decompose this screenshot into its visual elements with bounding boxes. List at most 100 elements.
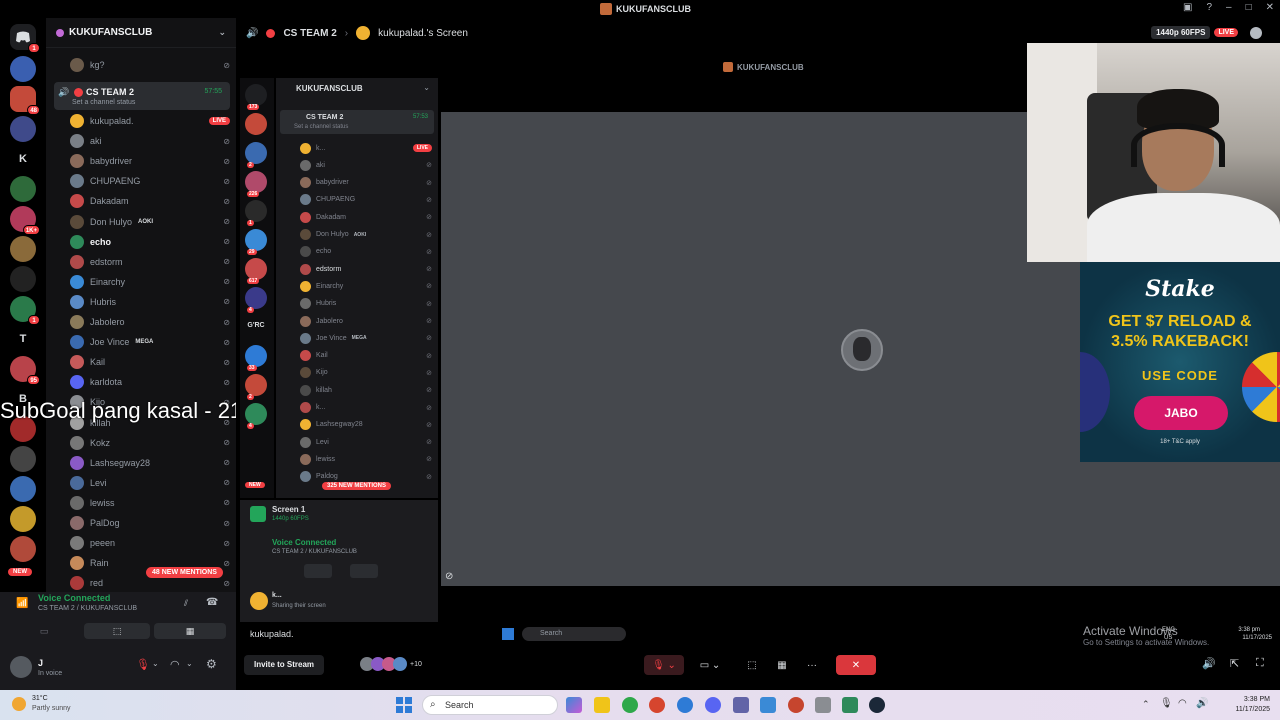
viewer-avatars[interactable]: +10 xyxy=(360,657,422,671)
invite-to-stream-button[interactable]: Invite to Stream xyxy=(244,655,325,675)
server-avatar[interactable] xyxy=(10,446,36,472)
new-server-pill[interactable]: NEW xyxy=(8,568,32,576)
list-item[interactable]: babydriver ⊘ xyxy=(70,152,230,170)
header-channel-name[interactable]: CS TEAM 2 xyxy=(283,28,336,39)
minimize-button[interactable]: – xyxy=(1226,2,1232,13)
server-avatar[interactable]: 48 xyxy=(10,86,40,115)
help-icon[interactable]: ? xyxy=(1206,2,1212,13)
voice-channel[interactable]: 🔊 CS TEAM 2 Set a channel status 57:55 xyxy=(54,82,230,110)
list-item[interactable]: Hubris ⊘ xyxy=(70,293,230,311)
server-avatar[interactable] xyxy=(10,536,36,562)
maximize-button[interactable]: □ xyxy=(1246,2,1252,13)
list-item[interactable]: Kail ⊘ xyxy=(70,353,230,371)
list-item[interactable]: edstorm ⊘ xyxy=(70,253,230,271)
new-mentions-pill[interactable]: 48 NEW MENTIONS xyxy=(146,567,223,578)
app-icon[interactable] xyxy=(842,697,858,713)
copilot-icon[interactable] xyxy=(566,697,582,713)
taskbar-clock[interactable]: 3:38 PM 11/17/2025 xyxy=(1235,695,1270,715)
noise-suppression-icon[interactable]: ⫽ xyxy=(184,598,188,609)
volume-icon[interactable]: 🔊 xyxy=(1202,657,1216,670)
avatar xyxy=(70,154,84,169)
share-screen-button[interactable]: ⬚ xyxy=(742,655,762,675)
teams-icon[interactable] xyxy=(733,697,749,713)
chrome-icon[interactable] xyxy=(677,697,693,713)
popout-icon[interactable]: ⇱ xyxy=(1230,657,1239,670)
server-avatar[interactable] xyxy=(10,56,36,82)
chevron-down-icon[interactable]: ⌄ xyxy=(152,659,159,668)
list-item[interactable]: Jabolero ⊘ xyxy=(70,313,230,331)
headphones-icon[interactable]: ◠ xyxy=(170,658,180,671)
discord-icon[interactable] xyxy=(705,697,721,713)
avatar[interactable] xyxy=(1250,26,1262,39)
server-avatar[interactable] xyxy=(10,476,36,502)
disconnect-icon[interactable]: ☎ xyxy=(206,597,218,608)
mic-muted-icon[interactable]: 🎙 xyxy=(136,658,150,671)
voice-channel-status[interactable]: Set a channel status xyxy=(72,99,135,106)
avatar xyxy=(70,355,84,370)
activities-button[interactable]: ▦ xyxy=(154,623,226,639)
list-item[interactable]: lewiss ⊘ xyxy=(70,494,230,512)
list-item[interactable]: aki ⊘ xyxy=(70,132,230,150)
list-item[interactable]: Einarchy ⊘ xyxy=(70,273,230,291)
inbox-icon[interactable]: ▣ xyxy=(1183,2,1192,13)
server-avatar[interactable] xyxy=(10,236,36,262)
stop-watching-button[interactable]: ✕ xyxy=(836,655,876,675)
chevron-down-icon[interactable]: ⌄ xyxy=(186,659,193,668)
live-badge: LIVE xyxy=(208,117,230,125)
chrome-icon[interactable] xyxy=(622,697,638,713)
list-item[interactable]: echo ⊘ xyxy=(70,233,230,251)
taskbar-search[interactable]: ⌕ Search xyxy=(422,695,558,715)
chrome-icon[interactable] xyxy=(649,697,665,713)
app-icon[interactable] xyxy=(815,697,831,713)
windows-start-icon[interactable] xyxy=(396,697,412,713)
server-avatar[interactable] xyxy=(10,116,36,142)
avatar[interactable] xyxy=(10,656,32,678)
share-screen-button[interactable]: ⬚ xyxy=(84,623,150,639)
activities-button[interactable]: ▦ xyxy=(772,655,792,675)
server-letter[interactable]: T xyxy=(10,326,36,352)
tray-chevron-icon[interactable]: ⌃ xyxy=(1142,699,1150,710)
steam-icon[interactable] xyxy=(869,697,885,713)
list-item[interactable]: peeen ⊘ xyxy=(70,534,230,552)
popout-icon[interactable]: ⊘ xyxy=(445,571,453,582)
server-avatar[interactable] xyxy=(10,506,36,532)
discord-home-icon[interactable]: 1 xyxy=(10,24,40,53)
server-avatar[interactable]: 95 xyxy=(10,356,40,385)
avatar xyxy=(70,294,84,309)
list-item[interactable]: Levi ⊘ xyxy=(70,474,230,492)
mute-button[interactable]: 🎙 ⌄ xyxy=(644,655,684,675)
list-item[interactable]: Kokz ⊘ xyxy=(70,434,230,452)
list-item[interactable]: CHUPAENG ⊘ xyxy=(70,172,230,190)
user-name[interactable]: J xyxy=(38,658,43,668)
close-button[interactable]: ✕ xyxy=(1266,2,1274,13)
list-item[interactable]: Joe Vince MEGA ⊘ xyxy=(70,333,230,351)
list-item[interactable]: kg? ⊘ xyxy=(70,56,230,74)
file-explorer-icon[interactable] xyxy=(594,697,610,713)
server-avatar[interactable] xyxy=(10,176,36,202)
voice-connected-title[interactable]: Voice Connected xyxy=(38,593,110,603)
list-item[interactable]: kukupalad. LIVE xyxy=(70,112,230,130)
voice-connected-subtitle[interactable]: CS TEAM 2 / KUKUFANSCLUB xyxy=(38,605,137,612)
guild-header[interactable]: KUKUFANSCLUB ⌄ xyxy=(46,18,236,48)
wifi-icon[interactable]: ◠ xyxy=(1178,698,1187,709)
more-options-button[interactable]: ··· xyxy=(802,655,822,675)
mic-icon[interactable]: 🎙 xyxy=(1160,698,1173,709)
server-rail: 1 48 K 1K+ 1 T 95 B NEW xyxy=(0,18,46,592)
list-item[interactable]: Dakadam ⊘ xyxy=(70,192,230,210)
gear-icon[interactable]: ⚙ xyxy=(206,657,217,671)
list-item[interactable]: karldota ⊘ xyxy=(70,373,230,391)
chrome-icon[interactable] xyxy=(788,697,804,713)
volume-icon[interactable]: 🔊 xyxy=(1196,698,1208,709)
server-avatar[interactable]: 1K+ xyxy=(10,206,40,235)
list-item[interactable]: PalDog ⊘ xyxy=(70,514,230,532)
server-letter[interactable]: K xyxy=(10,146,36,172)
server-avatar[interactable]: 1 xyxy=(10,296,40,325)
notepad-icon[interactable] xyxy=(760,697,776,713)
list-item[interactable]: Don Hulyo AOKI ⊘ xyxy=(70,213,230,231)
server-avatar[interactable] xyxy=(10,266,36,292)
fullscreen-icon[interactable]: ⛶ xyxy=(1256,657,1264,670)
deafened-icon: ⊘ xyxy=(223,558,230,568)
camera-button[interactable]: ▭ xyxy=(8,623,80,639)
list-item[interactable]: Lashsegway28 ⊘ xyxy=(70,454,230,472)
camera-button[interactable]: ▭ ⌄ xyxy=(690,655,730,675)
